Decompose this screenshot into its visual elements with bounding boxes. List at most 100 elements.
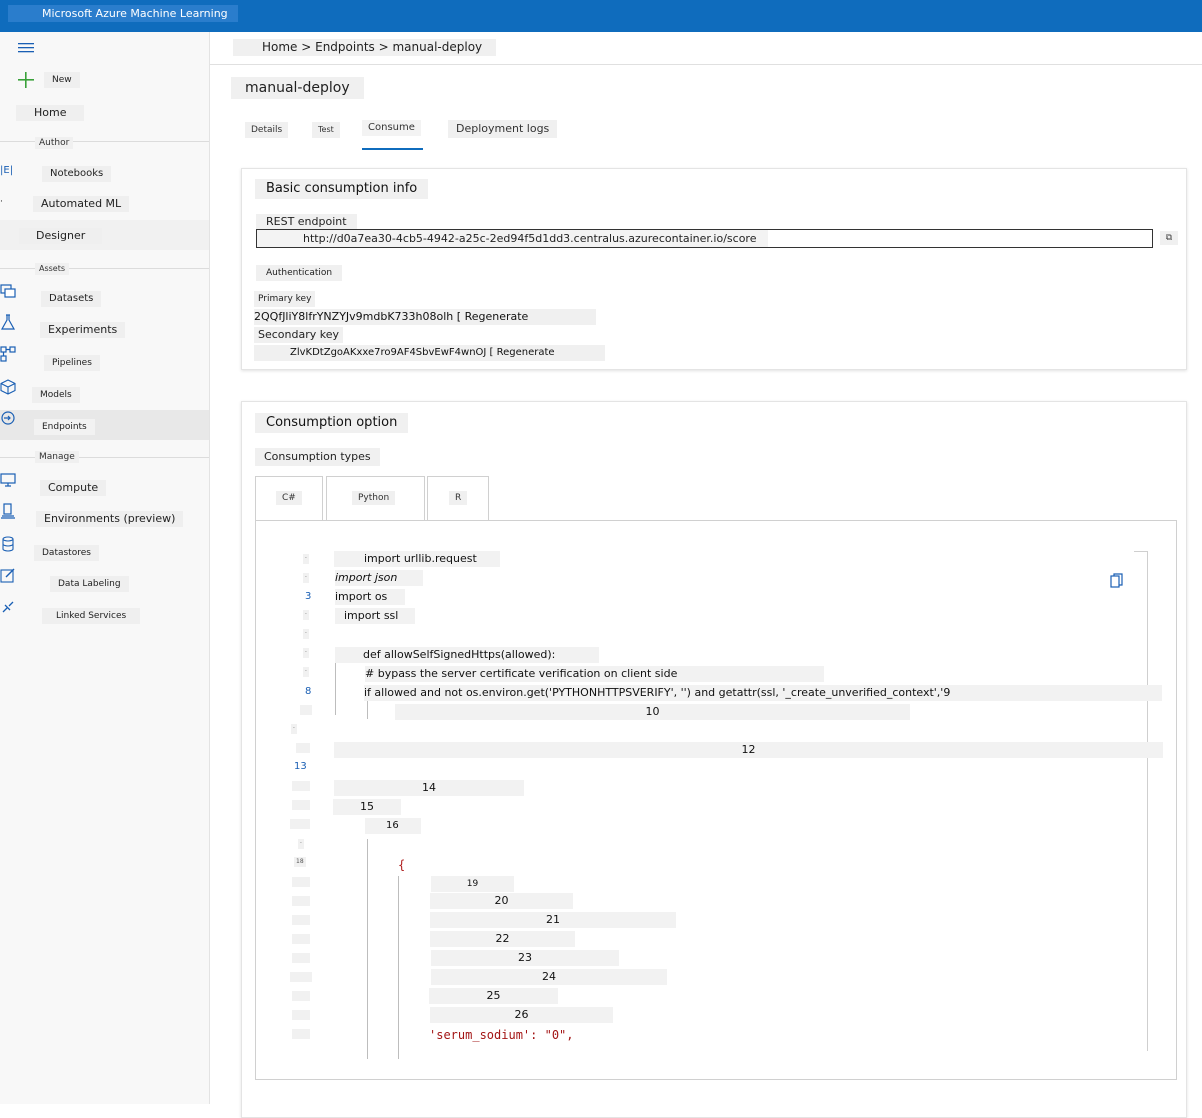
sidebar-item-designer[interactable]: Designer — [0, 220, 209, 250]
code-line: # bypass the server certificate verifica… — [365, 666, 824, 682]
code-line: import os — [335, 589, 405, 605]
line-number: · — [303, 610, 309, 620]
tab-details[interactable]: Details — [245, 122, 289, 138]
sidebar-item-compute[interactable]: Compute — [0, 472, 209, 502]
scrollbar[interactable] — [1147, 551, 1148, 1051]
notebook-icon: |E| — [0, 165, 14, 176]
line-number: · — [303, 629, 309, 639]
cube-icon — [0, 379, 16, 399]
environment-icon — [0, 503, 16, 523]
r-label: R — [449, 491, 468, 505]
section-assets: Assets — [35, 263, 70, 275]
copy-icon[interactable]: ⧉ — [1160, 231, 1178, 245]
line-number — [292, 915, 310, 925]
tab-r[interactable]: R — [427, 476, 489, 520]
datastores-label: Datastores — [34, 545, 99, 561]
notebooks-label: Notebooks — [42, 166, 112, 182]
line-number — [296, 743, 310, 753]
sidebar-item-environments[interactable]: Environments (preview) — [0, 503, 209, 533]
line-number: 8 — [305, 686, 312, 697]
indent-guide — [367, 839, 368, 1059]
line-number: · — [303, 554, 309, 564]
data-labeling-label: Data Labeling — [50, 576, 129, 592]
indent-guide — [335, 655, 336, 715]
divider — [0, 268, 209, 269]
secondary-key-value[interactable]: ZlvKDtZgoAKxxe7ro9AF4SbvEwF4wnOJ [ Regen… — [254, 345, 605, 361]
line-number — [292, 800, 310, 810]
sidebar-item-endpoints[interactable]: Endpoints — [0, 410, 209, 440]
primary-key-value[interactable]: 2QQfJliY8lfrYNZYJv9mdbK733h08olh [ Regen… — [254, 309, 596, 325]
consumption-option-heading: Consumption option — [255, 413, 409, 433]
line-number: 3 — [305, 591, 312, 602]
environments-label: Environments (preview) — [36, 511, 184, 527]
pipelines-label: Pipelines — [44, 355, 100, 371]
line-number — [290, 972, 312, 982]
line-number — [290, 819, 310, 829]
plus-icon — [16, 70, 36, 90]
sidebar-item-notebooks[interactable]: |E| Notebooks — [0, 158, 209, 188]
models-label: Models — [32, 387, 80, 403]
code-line: def allowSelfSignedHttps(allowed): — [335, 647, 599, 663]
code-line: 21 — [430, 912, 676, 928]
code-line: 12 — [334, 742, 1163, 758]
sidebar-item-automated-ml[interactable]: · Automated ML — [0, 189, 209, 219]
line-number — [292, 781, 310, 791]
home-label: Home — [16, 105, 85, 121]
code-line: import ssl — [335, 608, 415, 624]
secondary-key-label: Secondary key — [254, 327, 344, 343]
sidebar-item-models[interactable]: Models — [0, 379, 209, 409]
tab-csharp[interactable]: C# — [255, 476, 323, 520]
sidebar-item-data-labeling[interactable]: Data Labeling — [0, 567, 209, 597]
app-title[interactable]: Microsoft Azure Machine Learning — [8, 5, 238, 22]
divider — [0, 457, 209, 458]
monitor-icon — [0, 473, 16, 492]
code-line: { — [398, 858, 406, 872]
code-line: 20 — [430, 893, 573, 909]
consumption-option-card: Consumption option Consumption types C# … — [241, 401, 1187, 1118]
code-line: 19 — [431, 876, 514, 892]
sidebar-item-pipelines[interactable]: Pipelines — [0, 346, 209, 376]
line-number: · — [291, 724, 297, 734]
sidebar: New Home Author |E| Notebooks · Automate… — [0, 32, 210, 1104]
sidebar-item-experiments[interactable]: Experiments — [0, 314, 209, 344]
line-number — [292, 934, 310, 944]
rest-endpoint-field[interactable]: http://d0a7ea30-4cb5-4942-a25c-2ed94f5d1… — [256, 229, 1153, 248]
basic-consumption-heading: Basic consumption info — [255, 179, 429, 199]
code-line: 26 — [430, 1007, 613, 1023]
tab-python[interactable]: Python — [326, 476, 425, 520]
line-number — [292, 991, 310, 1001]
pipeline-icon — [0, 346, 16, 366]
code-line: import urllib.request — [334, 551, 500, 567]
tab-deployment-logs[interactable]: Deployment logs — [448, 120, 558, 138]
endpoint-icon — [0, 411, 16, 430]
section-author: Author — [35, 137, 74, 149]
line-number: 18 — [294, 857, 306, 867]
database-icon — [0, 536, 16, 556]
hamburger-icon[interactable] — [18, 42, 34, 54]
line-number — [292, 877, 310, 887]
sidebar-item-datastores[interactable]: Datastores — [0, 536, 209, 566]
python-label: Python — [352, 491, 396, 505]
breadcrumb[interactable]: Home > Endpoints > manual-deploy — [233, 39, 496, 56]
code-line: 15 — [333, 799, 401, 815]
tab-test[interactable]: Test — [312, 122, 340, 138]
page-title: manual-deploy — [231, 77, 364, 99]
experiments-label: Experiments — [40, 322, 126, 338]
code-sample[interactable]: · · 3 · · · · 8 · 13 · 18 import urllib.… — [255, 520, 1177, 1080]
indent-guide — [367, 699, 368, 719]
line-number: · — [303, 667, 309, 677]
sidebar-item-datasets[interactable]: Datasets — [0, 283, 209, 313]
endpoints-label: Endpoints — [34, 419, 95, 435]
automl-icon: · — [0, 197, 3, 207]
new-button[interactable]: New — [0, 68, 209, 98]
datasets-label: Datasets — [41, 291, 102, 307]
main-content: Home > Endpoints > manual-deploy manual-… — [210, 32, 1202, 1118]
datasets-icon — [0, 284, 16, 303]
copy-code-icon[interactable] — [1110, 573, 1124, 589]
sidebar-item-home[interactable]: Home — [0, 98, 209, 128]
header-divider — [210, 64, 1202, 65]
sidebar-item-linked-services[interactable]: Linked Services — [0, 599, 209, 629]
consumption-types-label: Consumption types — [255, 448, 380, 466]
code-line: 24 — [431, 969, 667, 985]
tab-consume[interactable]: Consume — [362, 120, 421, 136]
